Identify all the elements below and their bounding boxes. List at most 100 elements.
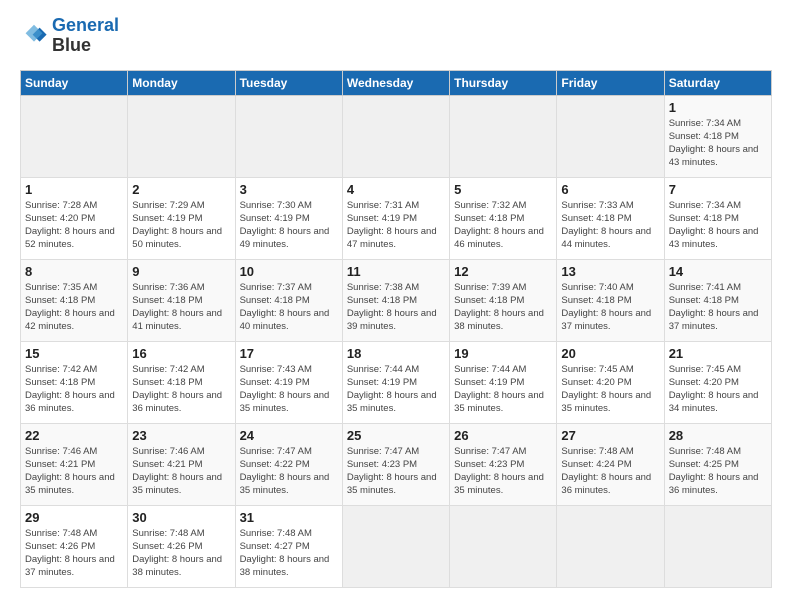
day-info: Sunrise: 7:44 AMSunset: 4:19 PMDaylight:… — [454, 363, 552, 416]
day-info: Sunrise: 7:48 AMSunset: 4:26 PMDaylight:… — [132, 527, 230, 580]
day-info: Sunrise: 7:29 AMSunset: 4:19 PMDaylight:… — [132, 199, 230, 252]
calendar-cell: 6 Sunrise: 7:33 AMSunset: 4:18 PMDaylight… — [557, 177, 664, 259]
day-number: 20 — [561, 346, 659, 361]
calendar-cell: 15 Sunrise: 7:42 AMSunset: 4:18 PMDayligh… — [21, 341, 128, 423]
calendar-cell — [128, 95, 235, 177]
calendar-cell: 30 Sunrise: 7:48 AMSunset: 4:26 PMDayligh… — [128, 505, 235, 587]
calendar-cell: 20 Sunrise: 7:45 AMSunset: 4:20 PMDayligh… — [557, 341, 664, 423]
calendar-cell: 11 Sunrise: 7:38 AMSunset: 4:18 PMDayligh… — [342, 259, 449, 341]
day-header: Friday — [557, 70, 664, 95]
calendar-cell — [235, 95, 342, 177]
calendar-cell: 18 Sunrise: 7:44 AMSunset: 4:19 PMDayligh… — [342, 341, 449, 423]
day-number: 31 — [240, 510, 338, 525]
day-number: 22 — [25, 428, 123, 443]
day-info: Sunrise: 7:45 AMSunset: 4:20 PMDaylight:… — [669, 363, 767, 416]
calendar-cell: 23Sunrise: 7:46 AMSunset: 4:21 PMDayligh… — [128, 423, 235, 505]
day-info: Sunrise: 7:38 AMSunset: 4:18 PMDaylight:… — [347, 281, 445, 334]
day-info: Sunrise: 7:48 AMSunset: 4:27 PMDaylight:… — [240, 527, 338, 580]
calendar-cell: 7Sunrise: 7:34 AMSunset: 4:18 PMDaylight… — [664, 177, 771, 259]
calendar-header-row: SundayMondayTuesdayWednesdayThursdayFrid… — [21, 70, 772, 95]
day-number: 30 — [132, 510, 230, 525]
day-number: 25 — [347, 428, 445, 443]
day-info: Sunrise: 7:42 AMSunset: 4:18 PMDaylight:… — [132, 363, 230, 416]
day-info: Sunrise: 7:45 AMSunset: 4:20 PMDaylight:… — [561, 363, 659, 416]
calendar-cell: 14 Sunrise: 7:41 AMSunset: 4:18 PMDayligh… — [664, 259, 771, 341]
day-info: Sunrise: 7:47 AMSunset: 4:23 PMDaylight:… — [454, 445, 552, 498]
day-header: Sunday — [21, 70, 128, 95]
day-info: Sunrise: 7:44 AMSunset: 4:19 PMDaylight:… — [347, 363, 445, 416]
calendar-cell: 12 Sunrise: 7:39 AMSunset: 4:18 PMDayligh… — [450, 259, 557, 341]
day-number: 18 — [347, 346, 445, 361]
calendar-cell: 8Sunrise: 7:35 AMSunset: 4:18 PMDaylight… — [21, 259, 128, 341]
calendar-cell: 4Sunrise: 7:31 AMSunset: 4:19 PMDaylight… — [342, 177, 449, 259]
calendar-cell — [450, 95, 557, 177]
day-number: 6 — [561, 182, 659, 197]
calendar-cell — [664, 505, 771, 587]
day-info: Sunrise: 7:31 AMSunset: 4:19 PMDaylight:… — [347, 199, 445, 252]
calendar-cell: 5 Sunrise: 7:32 AMSunset: 4:18 PMDaylight… — [450, 177, 557, 259]
calendar-cell: 29Sunrise: 7:48 AMSunset: 4:26 PMDayligh… — [21, 505, 128, 587]
day-number: 11 — [347, 264, 445, 279]
calendar-cell: 21Sunrise: 7:45 AMSunset: 4:20 PMDayligh… — [664, 341, 771, 423]
day-header: Wednesday — [342, 70, 449, 95]
calendar-cell: 24 Sunrise: 7:47 AMSunset: 4:22 PMDayligh… — [235, 423, 342, 505]
day-header: Saturday — [664, 70, 771, 95]
day-header: Tuesday — [235, 70, 342, 95]
page-container: GeneralBlue SundayMondayTuesdayWednesday… — [0, 0, 792, 598]
day-info: Sunrise: 7:32 AMSunset: 4:18 PMDaylight:… — [454, 199, 552, 252]
day-number: 24 — [240, 428, 338, 443]
day-number: 9 — [132, 264, 230, 279]
calendar-cell: 17Sunrise: 7:43 AMSunset: 4:19 PMDayligh… — [235, 341, 342, 423]
day-info: Sunrise: 7:47 AMSunset: 4:22 PMDaylight:… — [240, 445, 338, 498]
day-number: 29 — [25, 510, 123, 525]
day-number: 13 — [561, 264, 659, 279]
day-number: 26 — [454, 428, 552, 443]
calendar-cell — [342, 505, 449, 587]
day-info: Sunrise: 7:42 AMSunset: 4:18 PMDaylight:… — [25, 363, 123, 416]
calendar-cell — [557, 95, 664, 177]
calendar-cell: 25Sunrise: 7:47 AMSunset: 4:23 PMDayligh… — [342, 423, 449, 505]
day-info: Sunrise: 7:40 AMSunset: 4:18 PMDaylight:… — [561, 281, 659, 334]
calendar-cell: 1Sunrise: 7:34 AMSunset: 4:18 PMDaylight… — [664, 95, 771, 177]
day-info: Sunrise: 7:37 AMSunset: 4:18 PMDaylight:… — [240, 281, 338, 334]
logo: GeneralBlue — [20, 16, 119, 56]
calendar-table: SundayMondayTuesdayWednesdayThursdayFrid… — [20, 70, 772, 588]
day-info: Sunrise: 7:48 AMSunset: 4:25 PMDaylight:… — [669, 445, 767, 498]
calendar-cell: 3 Sunrise: 7:30 AMSunset: 4:19 PMDaylight… — [235, 177, 342, 259]
day-number: 28 — [669, 428, 767, 443]
day-info: Sunrise: 7:39 AMSunset: 4:18 PMDaylight:… — [454, 281, 552, 334]
day-number: 19 — [454, 346, 552, 361]
day-number: 8 — [25, 264, 123, 279]
calendar-cell — [21, 95, 128, 177]
calendar-week-row: 22Sunrise: 7:46 AMSunset: 4:21 PMDayligh… — [21, 423, 772, 505]
page-header: GeneralBlue — [20, 16, 772, 56]
day-info: Sunrise: 7:30 AMSunset: 4:19 PMDaylight:… — [240, 199, 338, 252]
day-info: Sunrise: 7:48 AMSunset: 4:24 PMDaylight:… — [561, 445, 659, 498]
day-number: 12 — [454, 264, 552, 279]
day-info: Sunrise: 7:33 AMSunset: 4:18 PMDaylight:… — [561, 199, 659, 252]
calendar-cell: 9 Sunrise: 7:36 AMSunset: 4:18 PMDaylight… — [128, 259, 235, 341]
day-number: 15 — [25, 346, 123, 361]
day-info: Sunrise: 7:36 AMSunset: 4:18 PMDaylight:… — [132, 281, 230, 334]
calendar-cell: 1Sunrise: 7:28 AMSunset: 4:20 PMDaylight… — [21, 177, 128, 259]
day-header: Monday — [128, 70, 235, 95]
calendar-week-row: 1Sunrise: 7:34 AMSunset: 4:18 PMDaylight… — [21, 95, 772, 177]
day-info: Sunrise: 7:43 AMSunset: 4:19 PMDaylight:… — [240, 363, 338, 416]
calendar-cell: 31 Sunrise: 7:48 AMSunset: 4:27 PMDayligh… — [235, 505, 342, 587]
day-info: Sunrise: 7:41 AMSunset: 4:18 PMDaylight:… — [669, 281, 767, 334]
calendar-cell: 26 Sunrise: 7:47 AMSunset: 4:23 PMDayligh… — [450, 423, 557, 505]
calendar-cell: 28 Sunrise: 7:48 AMSunset: 4:25 PMDayligh… — [664, 423, 771, 505]
day-number: 10 — [240, 264, 338, 279]
calendar-cell: 16 Sunrise: 7:42 AMSunset: 4:18 PMDayligh… — [128, 341, 235, 423]
day-number: 27 — [561, 428, 659, 443]
day-number: 3 — [240, 182, 338, 197]
day-number: 23 — [132, 428, 230, 443]
day-number: 16 — [132, 346, 230, 361]
calendar-week-row: 29 Sunrise: 7:48 AMSunset: 4:26 PMDayligh… — [21, 505, 772, 587]
calendar-cell: 27 Sunrise: 7:48 AMSunset: 4:24 PMDayligh… — [557, 423, 664, 505]
day-number: 5 — [454, 182, 552, 197]
day-header: Thursday — [450, 70, 557, 95]
day-number: 14 — [669, 264, 767, 279]
day-info: Sunrise: 7:34 AMSunset: 4:18 PMDaylight:… — [669, 117, 767, 170]
day-number: 2 — [132, 182, 230, 197]
